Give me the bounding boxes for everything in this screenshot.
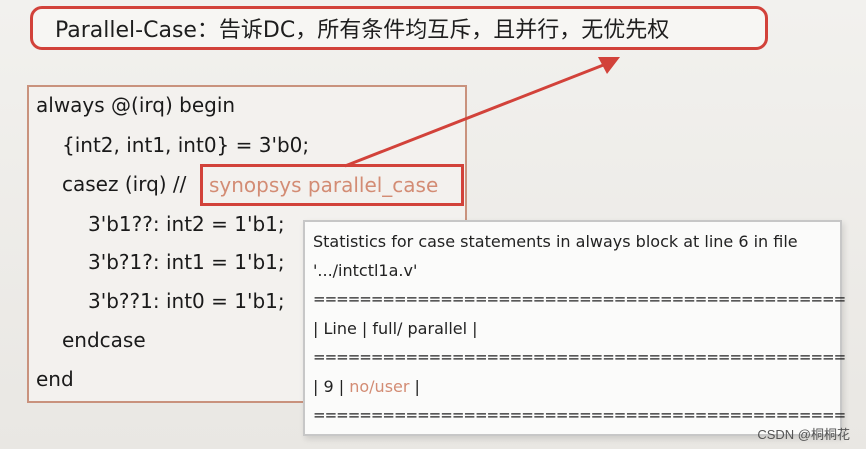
title-text: Parallel-Case：告诉DC，所有条件均互斥，且并行，无优先权 <box>55 18 670 43</box>
stats-row-line-number: | 9 | <box>313 377 345 396</box>
stats-row-end: | <box>414 377 420 396</box>
code-line-case3: 3'b??1: int0 = 1'b1; <box>88 289 285 313</box>
title-callout: Parallel-Case：告诉DC，所有条件均互斥，且并行，无优先权 <box>30 6 768 50</box>
code-line-end: end <box>36 367 74 391</box>
stats-heading: Statistics for case statements in always… <box>313 232 798 251</box>
stats-table-header: | Line | full/ parallel | <box>313 319 478 338</box>
code-line-case1: 3'b1??: int2 = 1'b1; <box>88 212 285 236</box>
stats-separator-top: ========================================… <box>313 290 846 308</box>
stats-separator-bottom: ========================================… <box>313 406 846 424</box>
code-line-assign: {int2, int1, int0} = 3'b0; <box>62 133 310 157</box>
stats-table-row: | 9 | no/user | <box>313 377 420 396</box>
parallel-case-comment: synopsys parallel_case <box>209 173 439 197</box>
stats-row-value: no/user <box>349 377 410 396</box>
code-line-always: always @(irq) begin <box>36 93 236 117</box>
code-line-case2: 3'b?1?: int1 = 1'b1; <box>88 250 285 274</box>
code-casez-text: casez (irq) // <box>62 172 187 196</box>
parallel-case-highlight: synopsys parallel_case <box>200 164 464 206</box>
dc-statistics-panel: Statistics for case statements in always… <box>303 220 846 436</box>
csdn-watermark: CSDN @桐桐花 <box>757 427 850 442</box>
stats-filename: '.../intctl1a.v' <box>313 261 418 280</box>
stats-separator-mid: ========================================… <box>313 348 846 366</box>
code-line-endcase: endcase <box>62 328 146 352</box>
code-line-casez: casez (irq) // <box>62 172 186 196</box>
